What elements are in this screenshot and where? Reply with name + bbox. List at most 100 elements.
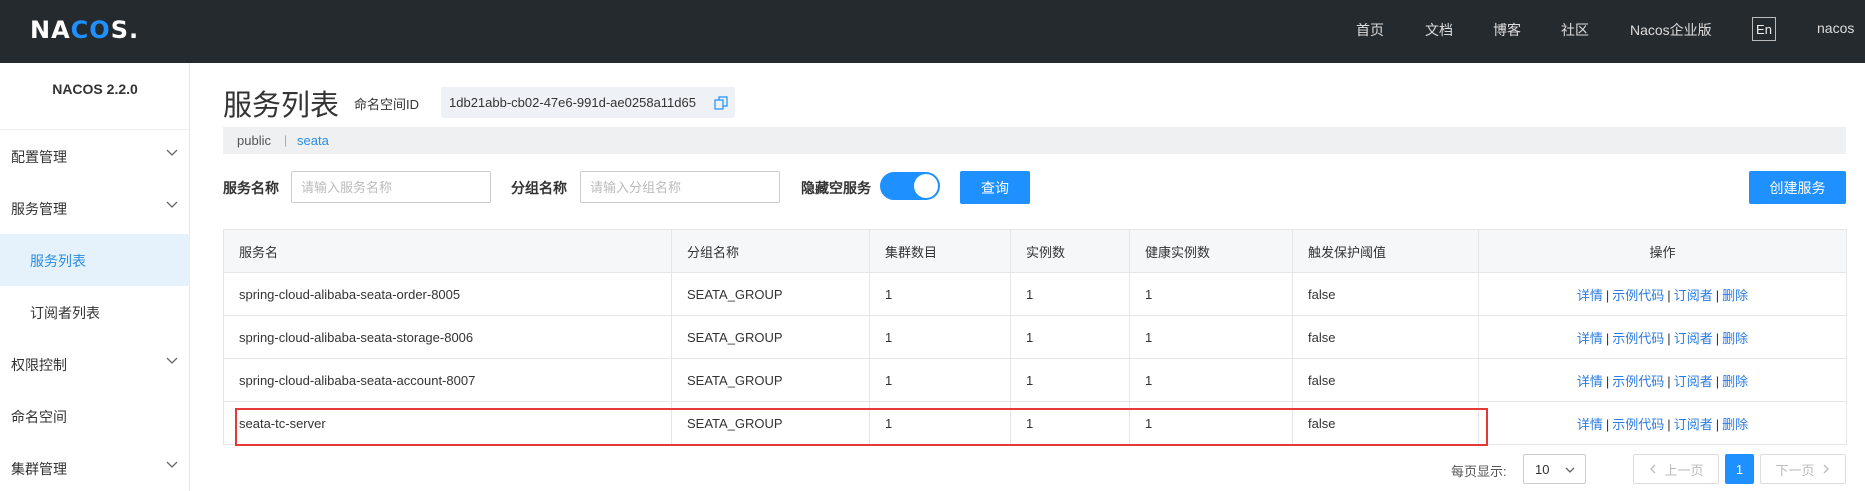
namespace-public-link[interactable]: public	[237, 133, 271, 148]
namespace-bar: public | seata	[223, 127, 1846, 154]
hide-empty-label: 隐藏空服务	[801, 180, 871, 196]
col-header-service-name: 服务名	[223, 229, 672, 273]
sidebar-item-label: 订阅者列表	[30, 305, 100, 321]
op-separator: |	[1605, 287, 1610, 303]
healthy-count-cell: 1	[1129, 315, 1293, 359]
per-page-select[interactable]: 10	[1523, 454, 1586, 484]
query-button[interactable]: 查询	[960, 171, 1030, 204]
protect-threshold-cell: false	[1292, 272, 1479, 316]
sidebar-version: NACOS 2.2.0	[52, 81, 138, 97]
col-header-healthy-count: 健康实例数	[1129, 229, 1293, 273]
delete-link[interactable]: 删除	[1722, 374, 1748, 389]
detail-link[interactable]: 详情	[1577, 288, 1603, 303]
nav-enterprise[interactable]: Nacos企业版	[1630, 20, 1712, 40]
per-page-label: 每页显示:	[1451, 464, 1507, 479]
chevron-down-icon	[166, 461, 178, 468]
protect-threshold-cell: false	[1292, 358, 1479, 402]
chevron-down-icon	[166, 357, 178, 364]
sidebar-item-service-mgmt[interactable]: 服务管理	[0, 182, 190, 234]
namespace-id-box: 1db21abb-cb02-47e6-991d-ae0258a11d65	[441, 87, 735, 118]
group-name-cell: SEATA_GROUP	[671, 315, 870, 359]
sidebar-item-config[interactable]: 配置管理	[0, 130, 190, 182]
nav-blog[interactable]: 博客	[1493, 20, 1521, 40]
sidebar-item-service-list[interactable]: 服务列表	[0, 234, 190, 286]
namespace-seata-link[interactable]: seata	[297, 133, 329, 148]
sample-code-link[interactable]: 示例代码	[1612, 417, 1664, 432]
service-name-label: 服务名称	[223, 180, 279, 196]
op-separator: |	[1715, 287, 1720, 303]
prev-page-button[interactable]: 上一页	[1633, 454, 1719, 484]
sample-code-link[interactable]: 示例代码	[1612, 374, 1664, 389]
subscriber-link[interactable]: 订阅者	[1674, 288, 1713, 303]
protect-threshold-cell: false	[1292, 315, 1479, 359]
cluster-count-cell: 1	[869, 315, 1011, 359]
copy-icon[interactable]	[714, 96, 728, 110]
service-name-input[interactable]	[291, 171, 491, 203]
op-separator: |	[1667, 373, 1671, 389]
ops-cell: 详情 | 示例代码 | 订阅者 | 删除	[1478, 315, 1847, 359]
sample-code-link[interactable]: 示例代码	[1612, 331, 1664, 346]
subscriber-link[interactable]: 订阅者	[1674, 417, 1713, 432]
col-header-cluster-count: 集群数目	[869, 229, 1011, 273]
delete-link[interactable]: 删除	[1722, 417, 1748, 432]
op-separator: |	[1715, 373, 1720, 389]
namespace-id-value: 1db21abb-cb02-47e6-991d-ae0258a11d65	[449, 95, 696, 110]
col-header-group-name: 分组名称	[671, 229, 870, 273]
group-name-cell: SEATA_GROUP	[671, 272, 870, 316]
detail-link[interactable]: 详情	[1577, 417, 1603, 432]
table-header-row: 服务名 分组名称 集群数目 实例数 健康实例数 触发保护阈值 操作	[223, 229, 1847, 273]
next-page-label: 下一页	[1775, 462, 1815, 478]
create-service-button[interactable]: 创建服务	[1749, 171, 1846, 204]
highlight-box	[235, 408, 1488, 446]
detail-link[interactable]: 详情	[1577, 374, 1603, 389]
subscriber-link[interactable]: 订阅者	[1674, 374, 1713, 389]
healthy-count-cell: 1	[1129, 272, 1293, 316]
namespace-separator: |	[284, 133, 288, 147]
healthy-count-cell: 1	[1129, 358, 1293, 402]
col-header-protect-threshold: 触发保护阈值	[1292, 229, 1479, 273]
group-name-cell: SEATA_GROUP	[671, 358, 870, 402]
service-name-cell: spring-cloud-alibaba-seata-account-8007	[223, 358, 672, 402]
subscriber-link[interactable]: 订阅者	[1674, 331, 1713, 346]
delete-link[interactable]: 删除	[1722, 331, 1748, 346]
op-separator: |	[1605, 373, 1610, 389]
detail-link[interactable]: 详情	[1577, 331, 1603, 346]
page-title: 服务列表	[223, 90, 340, 122]
top-navbar: NACOS. 首页 文档 博客 社区 Nacos企业版 En nacos	[0, 0, 1865, 63]
hide-empty-toggle[interactable]	[880, 172, 940, 200]
table-row: spring-cloud-alibaba-seata-account-8007 S…	[223, 358, 1847, 402]
user-name[interactable]: nacos	[1817, 20, 1854, 36]
namespace-id-label: 命名空间ID	[354, 97, 420, 112]
cluster-count-cell: 1	[869, 272, 1011, 316]
nav-docs[interactable]: 文档	[1425, 20, 1453, 40]
page-number-1[interactable]: 1	[1725, 454, 1754, 484]
toggle-knob	[914, 174, 938, 198]
next-page-button[interactable]: 下一页	[1760, 454, 1846, 484]
chevron-down-icon	[1565, 467, 1575, 473]
chevron-right-icon	[1823, 464, 1829, 474]
sidebar-item-label: 命名空间	[11, 409, 67, 425]
language-switch-button[interactable]: En	[1752, 17, 1776, 41]
sidebar-item-label: 权限控制	[11, 357, 67, 373]
col-header-instance-count: 实例数	[1010, 229, 1130, 273]
group-name-input[interactable]	[580, 171, 780, 203]
ops-cell: 详情 | 示例代码 | 订阅者 | 删除	[1478, 401, 1847, 445]
nav-home[interactable]: 首页	[1356, 20, 1384, 40]
sidebar-item-label: 服务管理	[11, 201, 67, 217]
nav-community[interactable]: 社区	[1561, 20, 1589, 40]
nacos-logo[interactable]: NACOS.	[30, 16, 139, 44]
op-separator: |	[1715, 416, 1720, 432]
sidebar-item-cluster[interactable]: 集群管理	[0, 442, 190, 491]
delete-link[interactable]: 删除	[1722, 288, 1748, 303]
op-separator: |	[1667, 416, 1671, 432]
instance-count-cell: 1	[1010, 358, 1130, 402]
op-separator: |	[1605, 330, 1610, 346]
col-header-ops: 操作	[1478, 229, 1847, 273]
service-name-cell: spring-cloud-alibaba-seata-storage-8006	[223, 315, 672, 359]
ops-cell: 详情 | 示例代码 | 订阅者 | 删除	[1478, 272, 1847, 316]
sidebar-item-subscribers[interactable]: 订阅者列表	[0, 286, 190, 338]
instance-count-cell: 1	[1010, 315, 1130, 359]
sidebar-item-namespace[interactable]: 命名空间	[0, 390, 190, 442]
sample-code-link[interactable]: 示例代码	[1612, 288, 1664, 303]
sidebar-item-auth[interactable]: 权限控制	[0, 338, 190, 390]
